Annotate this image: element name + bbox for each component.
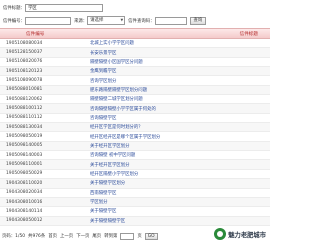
table-row[interactable]: 1905098140003 咨询隔壁 初中学区问题	[0, 151, 270, 161]
search-button[interactable]: 查询	[189, 16, 207, 25]
row-number: 1904308010016	[6, 199, 43, 205]
source-select-value: 请选择	[90, 18, 104, 23]
row-number: 1905098140003	[6, 152, 43, 158]
header-title: 信件标题	[239, 31, 258, 37]
chevron-down-icon: ▼	[120, 18, 124, 22]
table-row[interactable]: 1905128150037 长安乐景学区	[0, 48, 270, 58]
row-number: 1905088120062	[6, 96, 43, 102]
row-number: 1905108090078	[6, 78, 43, 84]
next-page-link[interactable]: 下一页	[76, 233, 89, 239]
row-title-link[interactable]: 学区划分	[90, 199, 270, 205]
row-number: 1904308110020	[6, 180, 43, 186]
table-row[interactable]: 1905108080034 北城上实小学学区问题	[0, 39, 270, 49]
row-title-link[interactable]: 北城上实小学学区问题	[90, 40, 270, 46]
title-input[interactable]: 学区	[24, 3, 103, 12]
wechat-logo-icon	[214, 228, 227, 240]
table-row[interactable]: 1905098110001 关于经开区学区划分	[0, 160, 270, 170]
source-label: 来源：	[73, 18, 88, 24]
title-label: 信件标题：	[3, 5, 25, 11]
row-number: 1905108020076	[6, 59, 43, 65]
table-row[interactable]: 1905088010081 肥东路隔壁隔壁学区划分问题	[0, 85, 270, 96]
table-row[interactable]: 1905108020076 隔壁隔壁小区国学区分问题	[0, 58, 270, 68]
row-title-link[interactable]: 经开区经开区是哪个区属于学区划分	[90, 134, 270, 140]
row-title-link[interactable]: 关于经开区学区划分	[90, 143, 270, 149]
row-number: 1905108120123	[6, 68, 43, 74]
jump-unit: 页	[137, 234, 142, 239]
code-label: 信件编号：	[3, 18, 25, 24]
table-row[interactable]: 1905088110112 咨询隔壁学区	[0, 114, 270, 124]
table-row[interactable]: 1904308110020 关于隔壁学区划分	[0, 179, 270, 189]
row-title-link[interactable]: 咨询隔壁学区	[90, 115, 270, 121]
row-title-link[interactable]: 隔壁隔壁二城学区划分问题	[90, 96, 270, 102]
table-row[interactable]: 1905098140005 关于经开区学区划分	[0, 141, 270, 152]
code-input[interactable]	[24, 16, 71, 25]
row-number: 1905088100112	[6, 106, 43, 112]
row-title-link[interactable]: 肥东路隔壁隔壁学区划分问题	[90, 87, 270, 93]
table-row[interactable]: 1905108120123 金鹰到瞻学区	[0, 67, 270, 77]
table-row[interactable]: 1905088120062 隔壁隔壁二城学区划分问题	[0, 95, 270, 105]
table-row[interactable]: 1905098050029 经开区隔壁小学学区划分	[0, 170, 270, 180]
page-info: 页码：1/50	[2, 234, 26, 239]
row-number: 1905108080034	[6, 40, 43, 46]
table-row[interactable]: 1905108090078 咨询学区划分	[0, 76, 270, 86]
row-title-link[interactable]: 经开区学区是何时划分的？	[90, 124, 270, 130]
table-row[interactable]: 1904308020034 西南隔壁学区	[0, 189, 270, 198]
search-row-filters: 信件编号： 来源： 请选择 ▼ 信件查询码： 查询	[3, 15, 207, 26]
table-row[interactable]: 1905098050019 经开区经开区是哪个区属于学区划分	[0, 132, 270, 142]
row-number: 1904308020034	[6, 190, 43, 196]
row-title-link[interactable]: 金鹰到瞻学区	[90, 68, 270, 74]
total-count: 共976条	[28, 234, 46, 239]
row-title-link[interactable]: 关于隔壁学区划分	[90, 180, 270, 186]
row-number: 1905088130034	[6, 124, 43, 130]
row-number: 1905098140005	[6, 143, 43, 149]
header-number: 信件编号	[26, 31, 45, 37]
row-number: 1905098050029	[6, 171, 43, 177]
row-title-link[interactable]: 经开区隔壁小学学区划分	[90, 171, 270, 177]
row-number: 1904308140114	[6, 208, 43, 214]
table-header: 信件编号 信件标题	[0, 28, 270, 39]
prev-page-link[interactable]: 上一页	[60, 233, 73, 239]
source-select[interactable]: 请选择 ▼	[87, 16, 126, 25]
watermark: 魅力老肥城市	[212, 227, 268, 241]
jump-page-input[interactable]	[120, 232, 135, 240]
table-row[interactable]: 1905088100112 咨询隔壁隔壁小学学区属于何处的	[0, 104, 270, 114]
table-row[interactable]: 1904308050012 关于隔壁隔壁学区	[0, 216, 270, 226]
last-page-link[interactable]: 尾页	[92, 233, 101, 239]
search-row-title: 信件标题： 学区	[3, 2, 103, 13]
row-title-link[interactable]: 西南隔壁学区	[90, 190, 270, 196]
table-body: 1905108080034 北城上实小学学区问题 1905128150037 长安乐景…	[0, 39, 270, 226]
row-title-link[interactable]: 咨询学区划分	[90, 78, 270, 84]
table-row[interactable]: 1904308140114 关于隔壁学区	[0, 207, 270, 217]
row-number: 1905128150037	[6, 50, 43, 56]
row-number: 1905098110001	[6, 162, 43, 168]
row-title-link[interactable]: 长安乐景学区	[90, 50, 270, 56]
row-number: 1905088010081	[6, 87, 43, 93]
row-title-link[interactable]: 咨询隔壁隔壁小学学区属于何处的	[90, 106, 270, 112]
row-number: 1904308050012	[6, 218, 43, 224]
first-page-link[interactable]: 首页	[48, 233, 57, 239]
row-title-link[interactable]: 隔壁隔壁小区国学区分问题	[90, 59, 270, 65]
table-row[interactable]: 1905088130034 经开区学区是何时划分的？	[0, 123, 270, 133]
letters-table: 信件编号 信件标题 1905108080034 北城上实小学学区问题 1905128…	[0, 28, 270, 226]
query-code-input[interactable]	[154, 16, 187, 25]
row-title-link[interactable]: 咨询隔壁 初中学区问题	[90, 152, 270, 158]
watermark-text: 魅力老肥城市	[228, 231, 266, 239]
row-number: 1905088110112	[6, 115, 43, 121]
query-code-label: 信件查询码：	[128, 18, 155, 24]
row-title-link[interactable]: 关于隔壁隔壁学区	[90, 218, 270, 224]
jump-label: 转到第	[104, 234, 118, 239]
row-title-link[interactable]: 关于隔壁学区	[90, 208, 270, 214]
row-title-link[interactable]: 关于经开区学区划分	[90, 162, 270, 168]
row-number: 1905098050019	[6, 134, 43, 140]
go-button[interactable]: GO	[144, 232, 158, 240]
table-row[interactable]: 1904308010016 学区划分	[0, 197, 270, 208]
